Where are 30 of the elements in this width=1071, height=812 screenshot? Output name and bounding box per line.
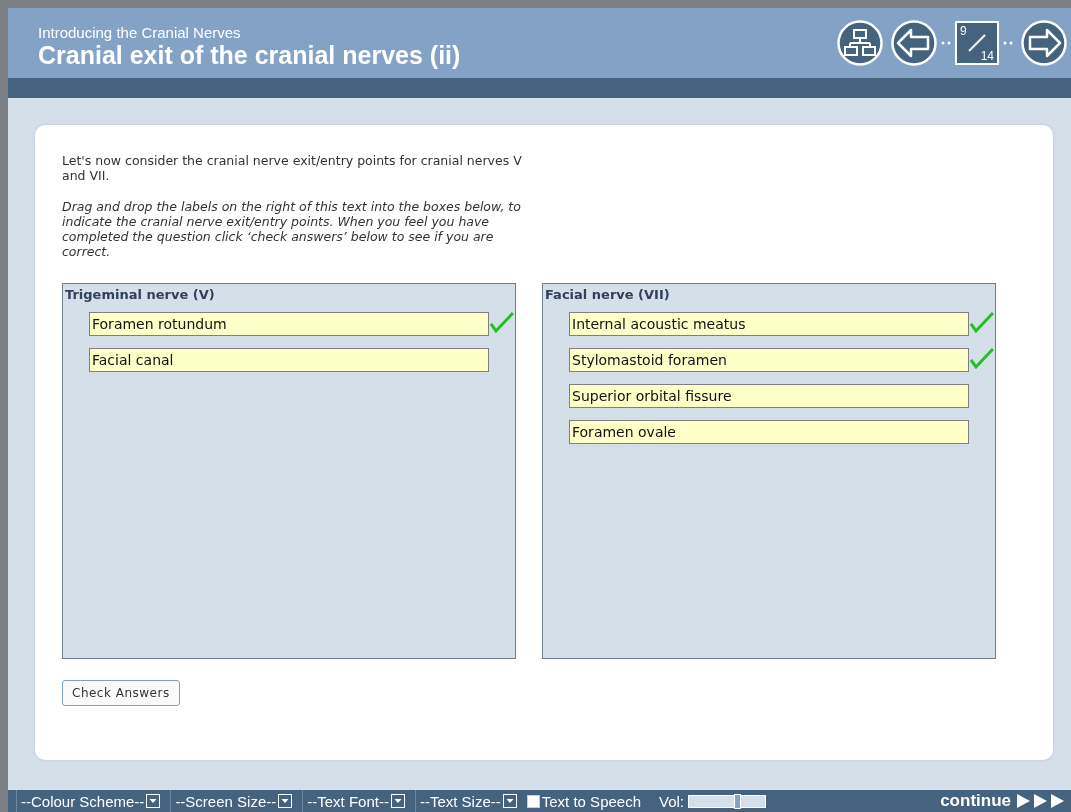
- triple-arrow-icon: [1017, 793, 1065, 809]
- dropdown[interactable]: --Colour Scheme--: [16, 790, 167, 812]
- slash-icon: [967, 33, 987, 53]
- dots-icon: [941, 41, 951, 45]
- checkbox[interactable]: [526, 794, 540, 808]
- answer-label[interactable]: Internal acoustic meatus: [569, 312, 970, 336]
- page-title: Cranial exit of the cranial nerves (ii): [38, 41, 461, 69]
- check-answers-button[interactable]: Check Answers: [62, 680, 180, 706]
- dots-icon: [1003, 41, 1013, 45]
- dropdown[interactable]: --Screen Size--: [170, 790, 299, 812]
- zone-heading: Facial nerve (VII): [545, 287, 670, 302]
- dropdown[interactable]: --Text Size--: [414, 790, 523, 812]
- answer-label[interactable]: Facial canal: [89, 348, 490, 372]
- zone-heading: Trigeminal nerve (V): [65, 287, 215, 302]
- instructions-text: Drag and drop the labels on the right of this text into the boxes below, to indicate the cranial nerve exit/entry points. When you feel you have completed the question click ‘check answers’ below to see if you are correct.: [62, 199, 522, 259]
- sitemap-icon[interactable]: [837, 20, 883, 66]
- course-title: Introducing the Cranial Nerves: [38, 25, 242, 41]
- current-page: 9: [960, 24, 967, 38]
- checkbox-label: Text to Speech: [541, 792, 641, 810]
- total-pages: 14: [980, 49, 994, 63]
- answer-label[interactable]: Superior orbital fissure: [569, 384, 970, 408]
- dropdown[interactable]: --Text Font--: [302, 790, 411, 812]
- answer-label[interactable]: Foramen rotundum: [89, 312, 490, 336]
- answer-label[interactable]: Stylomastoid foramen: [569, 348, 970, 372]
- slider-thumb[interactable]: [734, 793, 742, 809]
- answer-label[interactable]: Foramen ovale: [569, 420, 970, 444]
- volume-label: Vol:: [659, 792, 685, 810]
- volume-slider[interactable]: [688, 794, 767, 808]
- intro-text: Let's now consider the cranial nerve exit/entry points for cranial nerves V and VII.: [62, 153, 523, 183]
- continue-button[interactable]: continue: [940, 791, 1065, 811]
